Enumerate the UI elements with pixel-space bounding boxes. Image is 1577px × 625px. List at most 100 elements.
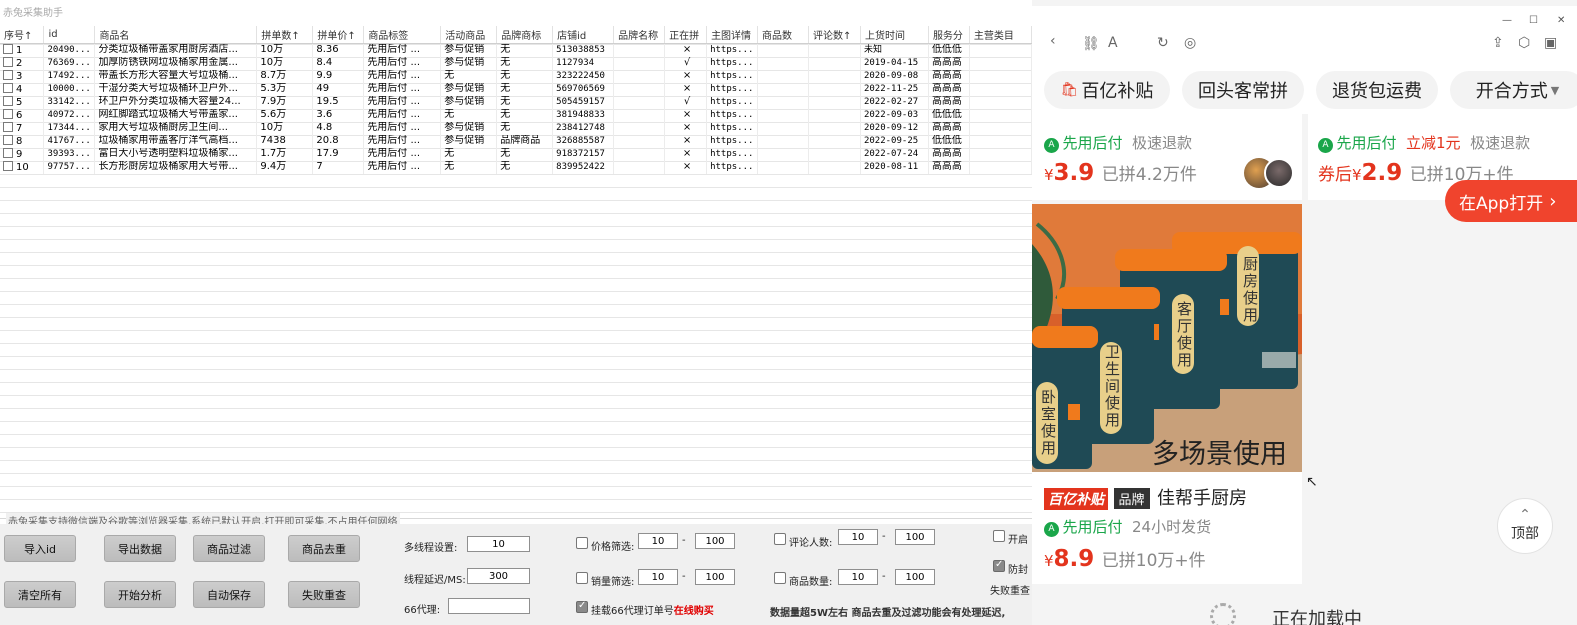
table-row[interactable]: 5 33142... 环卫户外分类垃圾桶大容量24... 7.9万 19.5 先用后付 .… (0, 95, 1032, 109)
price: 8.9 (1053, 546, 1095, 572)
row-checkbox[interactable] (3, 134, 13, 145)
row-checkbox[interactable] (3, 95, 13, 106)
back-icon[interactable]: ‹ (1050, 33, 1056, 49)
column-header[interactable]: 上货时间 (860, 26, 929, 44)
column-header[interactable]: 商品标签 (363, 26, 442, 44)
table-row[interactable]: 4 10000... 干湿分类大号垃圾桶环卫户外... 5.3万 49 先用后付 ... 参… (0, 82, 1032, 96)
count-max-input[interactable]: 100 (895, 569, 935, 585)
column-header[interactable]: 店铺id (552, 26, 615, 44)
anti-block-checkbox[interactable] (993, 559, 1005, 572)
hang-proxy-checkbox[interactable] (576, 600, 588, 613)
refresh-icon[interactable]: ↻ (1157, 35, 1169, 51)
column-header[interactable]: 品牌商标 (496, 26, 554, 44)
table-cell: 20.8 (312, 134, 365, 148)
table-cell (969, 43, 1032, 57)
minimize-icon[interactable]: — (1502, 15, 1512, 26)
chip-free-return[interactable]: 退货包运费 (1316, 71, 1438, 109)
review-max-input[interactable]: 100 (895, 529, 935, 545)
review-count-checkbox[interactable] (774, 533, 786, 545)
table-row[interactable]: 3 17492... 带盖长方形大容量大号垃圾桶... 8.7万 9.9 先用后付 ...… (0, 69, 1032, 83)
link-icon[interactable]: ⛓ (1082, 36, 1100, 52)
product-card-1[interactable]: A 先用后付 极速退款 ¥3.9 已拼4.2万件 (1032, 114, 1302, 200)
sales-filter-checkbox[interactable] (576, 572, 588, 584)
chip-open-style[interactable]: 开合方式 ▼ (1450, 71, 1577, 109)
sales-min-input[interactable]: 10 (638, 569, 678, 585)
column-header[interactable]: id (43, 26, 96, 44)
sales-max-input[interactable]: 100 (695, 569, 735, 585)
pay-later-tag: 先用后付 (1336, 134, 1397, 152)
row-checkbox[interactable] (3, 69, 13, 80)
anti-block-label: 防封 (1008, 565, 1028, 576)
compass-icon[interactable]: ◎ (1184, 35, 1196, 51)
table-row[interactable]: 6 40972... 网红脚踏式垃圾桶大号带盖家... 5.6万 3.6 先用后付 ...… (0, 108, 1032, 122)
table-cell: 323222450 (552, 69, 615, 83)
column-header[interactable]: 品牌名称 (613, 26, 666, 44)
open-checkbox[interactable] (993, 530, 1005, 542)
column-header[interactable]: 主图详情 (706, 26, 759, 44)
table-row[interactable]: 1 20490... 分类垃圾桶带盖家用厨房酒店... 10万 8.36 先用后付 ...… (0, 43, 1032, 57)
maximize-icon[interactable]: ☐ (1529, 15, 1538, 26)
table-row[interactable]: 2 76369... 加厚防锈铁网垃圾桶家用金属... 10万 8.4 先用后付 ... 参… (0, 56, 1032, 70)
product-filter-button[interactable]: 商品过滤 (193, 535, 265, 562)
table-row[interactable]: 10 97757... 长方形厨房垃圾桶家用大号带... 9.4万 7 先用后付 ... 无… (0, 160, 1032, 174)
table-cell: https... (706, 43, 759, 57)
column-header[interactable]: 拼单数↑ (256, 26, 314, 44)
column-header[interactable]: 主营类目 (969, 26, 1032, 44)
table-cell: 2020-09-08 (860, 69, 929, 83)
table-row[interactable]: 7 17344... 家用大号垃圾桶厨房卫生间... 10万 4.8 先用后付 ... 参与… (0, 121, 1032, 135)
row-checkbox[interactable] (3, 82, 13, 93)
column-header[interactable]: 商品数 (757, 26, 809, 44)
threads-input[interactable]: 10 (467, 536, 530, 552)
row-checkbox[interactable] (3, 108, 13, 119)
close-icon[interactable]: ✕ (1557, 15, 1565, 26)
chip-repeat-buyers[interactable]: 回头客常拼 (1182, 71, 1304, 109)
column-header[interactable]: 拼单价↑ (312, 26, 365, 44)
row-checkbox[interactable] (3, 121, 13, 132)
table-row[interactable]: 9 39393... 富日大小号透明塑料垃圾桶家... 1.7万 17.9 先用后付 ..… (0, 147, 1032, 161)
row-checkbox[interactable] (3, 160, 13, 171)
chip-subsidy[interactable]: 🛍 百亿补贴 (1044, 71, 1170, 109)
clear-all-button[interactable]: 清空所有 (4, 581, 76, 608)
table-cell: 5 (0, 95, 45, 109)
table-cell: https... (706, 82, 759, 96)
mouse-cursor-icon: ↖ (1306, 474, 1318, 490)
column-header[interactable]: 序号↑ (0, 26, 45, 44)
product-table-area: 序号↑ id 商品名 拼单数↑ 拼单价↑ 商品标签 活动商品 品牌商标 店铺id 品牌名称 正在拼主… (0, 26, 1032, 513)
auto-save-button[interactable]: 自动保存 (193, 581, 265, 608)
column-header[interactable]: 活动商品 (440, 26, 498, 44)
import-id-button[interactable]: 导入id (4, 535, 76, 562)
table-cell (808, 160, 861, 174)
column-header[interactable]: 评论数↑ (808, 26, 861, 44)
proxy-input[interactable] (448, 598, 530, 614)
product-count-checkbox[interactable] (774, 572, 786, 584)
row-checkbox[interactable] (3, 147, 13, 158)
price-min-input[interactable]: 10 (638, 533, 678, 549)
back-to-top-button[interactable]: ⌃ 顶部 (1497, 498, 1553, 554)
delay-input[interactable]: 300 (467, 568, 530, 584)
row-checkbox[interactable] (3, 43, 13, 54)
product-count-label: 商品数量: (789, 577, 833, 588)
column-header[interactable]: 服务分 (928, 26, 970, 44)
share-icon[interactable]: ⇪ (1492, 35, 1504, 51)
count-min-input[interactable]: 10 (838, 569, 878, 585)
extension-icon[interactable]: ▣ (1544, 35, 1557, 51)
buy-online-link[interactable]: 在线购买 (674, 606, 714, 617)
table-cell: 无 (440, 69, 498, 83)
column-header[interactable]: 商品名 (94, 26, 258, 44)
column-header[interactable]: 正在拼 (664, 26, 708, 44)
price-filter-checkbox[interactable] (576, 537, 588, 549)
brand-badge: 品牌 (1113, 488, 1150, 509)
font-size-icon[interactable]: A (1108, 35, 1118, 51)
product-dedupe-button[interactable]: 商品去重 (288, 535, 360, 562)
price-max-input[interactable]: 100 (695, 533, 735, 549)
export-data-button[interactable]: 导出数据 (104, 535, 176, 562)
open-in-app-button[interactable]: 在App打开 › (1445, 180, 1577, 222)
review-min-input[interactable]: 10 (838, 529, 878, 545)
start-analysis-button[interactable]: 开始分析 (104, 581, 176, 608)
retry-failed-button[interactable]: 失败重查 (288, 581, 360, 608)
product-card-3[interactable]: 厨房使用 客厅使用 卫生间使用 卧室使用 多场景使用 百亿补贴 品牌 佳帮手厨房… (1032, 204, 1302, 584)
cube-icon[interactable]: ⬡ (1518, 35, 1530, 51)
table-row[interactable]: 8 41767... 垃圾桶家用带盖客厅洋气高档... 7438 20.8 先用后付 ..… (0, 134, 1032, 148)
table-cell: 参与促销 (440, 43, 498, 57)
row-checkbox[interactable] (3, 56, 13, 67)
